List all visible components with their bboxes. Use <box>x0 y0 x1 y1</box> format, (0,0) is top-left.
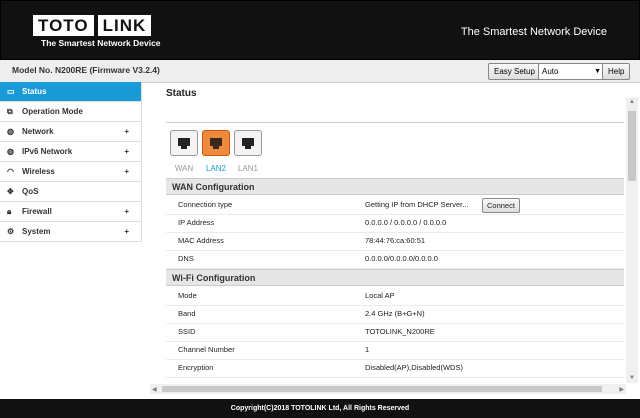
divider <box>166 122 624 123</box>
sidebar-item-label: System <box>22 227 51 236</box>
horizontal-scroll-thumb[interactable] <box>162 386 602 392</box>
row-label: Channel Number <box>178 345 235 354</box>
sidebar-item-network[interactable]: ◍ Network + <box>0 122 142 142</box>
sidebar-item-operation-mode[interactable]: ⧉ Operation Mode <box>0 102 142 122</box>
logo-text-link: LINK <box>97 15 152 36</box>
sidebar-item-qos[interactable]: ✥ QoS <box>0 182 142 202</box>
table-row: MAC Address 78:44:76:ca:60:51 <box>166 232 624 251</box>
globe-icon: ◍ <box>7 127 14 136</box>
port-label-wan: WAN <box>174 164 194 173</box>
table-row: Mode Local AP <box>166 287 624 306</box>
status-panel: Status WAN LAN2 LAN1 WAN Configuration C… <box>150 82 640 399</box>
logo-tagline: The Smartest Network Device <box>41 38 161 48</box>
window-icon: ⧉ <box>7 107 13 116</box>
row-label: Band <box>178 309 196 318</box>
scroll-left-icon[interactable]: ◀ <box>152 386 157 393</box>
row-label: IP Address <box>178 218 215 227</box>
sidebar-item-label: Firewall <box>22 207 52 216</box>
monitor-icon: ▭ <box>7 87 15 96</box>
row-value: Local AP <box>365 291 395 300</box>
row-value: 78:44:76:ca:60:51 <box>365 236 426 245</box>
table-row: Encryption Disabled(AP),Disabled(WDS) <box>166 359 624 378</box>
row-value: 0.0.0.0 / 0.0.0.0 / 0.0.0.0 <box>365 218 447 227</box>
row-value: Getting IP from DHCP Server... <box>365 200 469 209</box>
sidebar-nav: ▭ Status ⧉ Operation Mode ◍ Network + ◍ … <box>0 82 142 399</box>
help-button[interactable]: Help <box>602 63 631 80</box>
table-row: IP Address 0.0.0.0 / 0.0.0.0 / 0.0.0.0 <box>166 214 624 233</box>
row-value: 2.4 GHz (B+G+N) <box>365 309 425 318</box>
table-row: Channel Number 1 <box>166 341 624 360</box>
row-label: Mode <box>178 291 197 300</box>
sidebar-item-label: Status <box>22 87 47 96</box>
logo-text-toto: TOTO <box>33 15 94 36</box>
language-selected-value: Auto <box>542 67 559 76</box>
sidebar-item-label: QoS <box>22 187 39 196</box>
wan-section-header: WAN Configuration <box>166 178 624 195</box>
sidebar-item-status[interactable]: ▭ Status <box>0 82 142 102</box>
sidebar-item-ipv6-network[interactable]: ◍ IPv6 Network + <box>0 142 142 162</box>
dropdown-arrow-icon: ▼ <box>594 68 601 75</box>
table-row: Band 2.4 GHz (B+G+N) <box>166 305 624 324</box>
row-label: SSID <box>178 327 196 336</box>
scroll-down-icon[interactable]: ▼ <box>629 375 635 381</box>
row-label: DNS <box>178 254 194 263</box>
expand-icon: + <box>124 147 129 156</box>
lan2-port-icon <box>202 130 230 156</box>
sidebar-item-label: Operation Mode <box>22 107 83 116</box>
expand-icon: + <box>124 127 129 136</box>
language-select[interactable]: Auto ▼ <box>538 63 606 80</box>
row-label: Connection type <box>178 200 233 209</box>
header-slogan: The Smartest Network Device <box>460 26 607 38</box>
qos-icon: ✥ <box>7 187 14 196</box>
globe-icon: ◍ <box>7 147 14 156</box>
table-row: Connection type Getting IP from DHCP Ser… <box>166 196 624 215</box>
footer: Copyright(C)2018 TOTOLINK Ltd, All Right… <box>0 399 640 418</box>
sidebar-item-wireless[interactable]: ◠ Wireless + <box>0 162 142 182</box>
row-value: TOTOLINK_N200RE <box>365 327 435 336</box>
sidebar-item-firewall[interactable]: 🔒︎ Firewall + <box>0 202 142 222</box>
horizontal-scrollbar[interactable]: ◀ ▶ <box>150 384 626 394</box>
expand-icon: + <box>124 207 129 216</box>
model-toolbar: Model No. N200RE (Firmware V3.2.4) Easy … <box>0 60 640 83</box>
lan1-port-icon <box>234 130 262 156</box>
row-value: 0.0.0.0/0.0.0.0/0.0.0.0 <box>365 254 438 263</box>
connect-button[interactable]: Connect <box>482 198 520 213</box>
sidebar-item-label: Wireless <box>22 167 55 176</box>
wifi-section-header: Wi-Fi Configuration <box>166 269 624 286</box>
header-bar: TOTO LINK The Smartest Network Device Th… <box>0 0 640 60</box>
scroll-up-icon[interactable]: ▲ <box>629 99 635 105</box>
expand-icon: + <box>124 167 129 176</box>
port-label-lan2: LAN2 <box>205 164 226 173</box>
gear-icon: ⚙︎ <box>7 227 15 236</box>
sidebar-item-label: Network <box>22 127 54 136</box>
row-value: Disabled(AP),Disabled(WDS) <box>365 363 463 372</box>
expand-icon: + <box>124 227 129 236</box>
table-row: DNS 0.0.0.0/0.0.0.0/0.0.0.0 <box>166 250 624 269</box>
vertical-scrollbar[interactable]: ▲ ▼ <box>626 97 638 383</box>
row-label: MAC Address <box>178 236 224 245</box>
port-label-lan1: LAN1 <box>237 164 258 173</box>
vertical-scroll-thumb[interactable] <box>628 111 636 181</box>
row-value: 1 <box>365 345 370 354</box>
easy-setup-button[interactable]: Easy Setup <box>488 63 541 80</box>
table-row: SSID TOTOLINK_N200RE <box>166 323 624 342</box>
sidebar-item-label: IPv6 Network <box>22 147 73 156</box>
wifi-icon: ◠ <box>7 167 14 176</box>
page-title: Status <box>166 88 197 99</box>
lock-icon: 🔒︎ <box>7 207 12 216</box>
row-label: Encryption <box>178 363 214 372</box>
scroll-right-icon[interactable]: ▶ <box>619 386 624 393</box>
sidebar-item-system[interactable]: ⚙︎ System + <box>0 222 142 242</box>
totolink-logo: TOTO LINK The Smartest Network Device <box>33 15 161 48</box>
model-info: Model No. N200RE (Firmware V3.2.4) <box>12 65 160 75</box>
wan-port-icon <box>170 130 198 156</box>
